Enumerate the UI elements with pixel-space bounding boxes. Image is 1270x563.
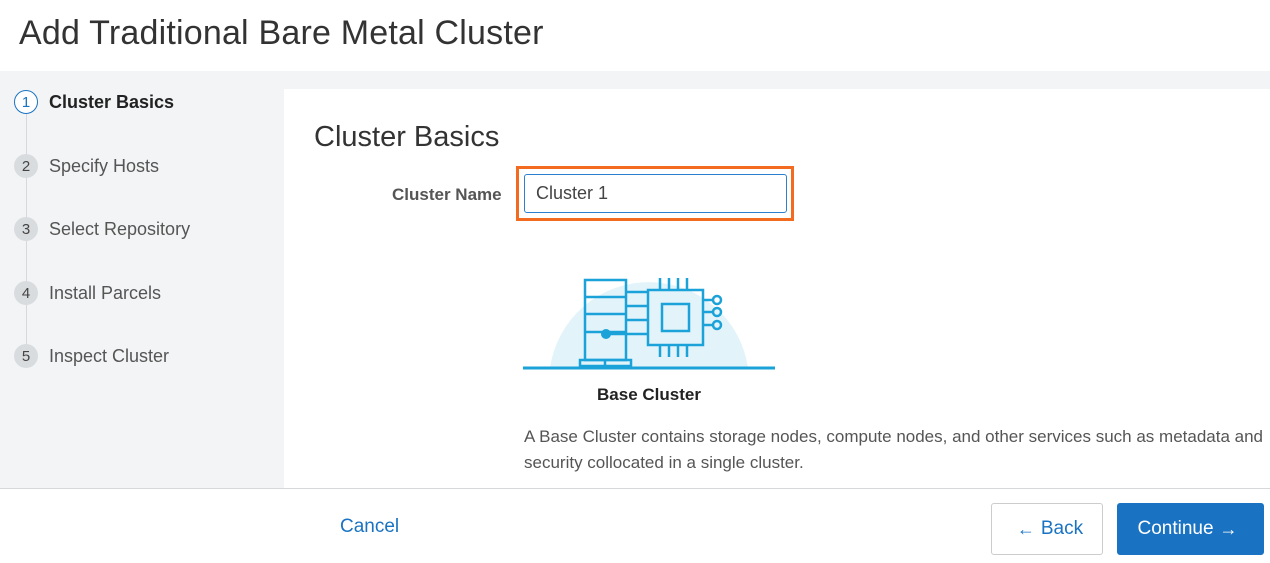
back-button-label: Back — [1040, 518, 1084, 539]
arrow-right-icon: → — [1219, 518, 1238, 539]
continue-button-label: Continue — [1137, 518, 1214, 539]
step-number: 4 — [14, 281, 38, 305]
step-install-parcels[interactable]: 4 Install Parcels — [14, 280, 161, 306]
card-description: A Base Cluster contains storage nodes, c… — [524, 427, 1263, 472]
step-number: 5 — [14, 344, 38, 368]
section-title: Cluster Basics — [314, 121, 500, 153]
footer-divider — [0, 488, 1270, 489]
back-button[interactable]: ← Back — [991, 503, 1103, 555]
page-title: Add Traditional Bare Metal Cluster — [19, 14, 544, 52]
cluster-name-input[interactable] — [524, 174, 787, 213]
step-label: Inspect Cluster — [49, 345, 170, 366]
step-number: 2 — [14, 154, 38, 178]
server-chip-icon — [523, 278, 775, 370]
step-specify-hosts[interactable]: 2 Specify Hosts — [14, 153, 159, 179]
step-number: 3 — [14, 217, 38, 241]
step-cluster-basics[interactable]: 1 Cluster Basics — [14, 89, 174, 115]
step-label: Cluster Basics — [49, 91, 175, 112]
cancel-button[interactable]: Cancel — [340, 516, 399, 538]
card-title: Base Cluster — [597, 385, 701, 404]
continue-button[interactable]: Continue → — [1117, 503, 1264, 555]
step-label: Specify Hosts — [49, 155, 160, 176]
step-inspect-cluster[interactable]: 5 Inspect Cluster — [14, 343, 169, 369]
step-label: Install Parcels — [49, 282, 162, 303]
step-label: Select Repository — [49, 218, 191, 239]
step-select-repository[interactable]: 3 Select Repository — [14, 216, 190, 242]
arrow-left-icon: ← — [1016, 518, 1035, 539]
step-number: 1 — [14, 90, 38, 114]
cluster-name-label: Cluster Name — [392, 185, 502, 204]
